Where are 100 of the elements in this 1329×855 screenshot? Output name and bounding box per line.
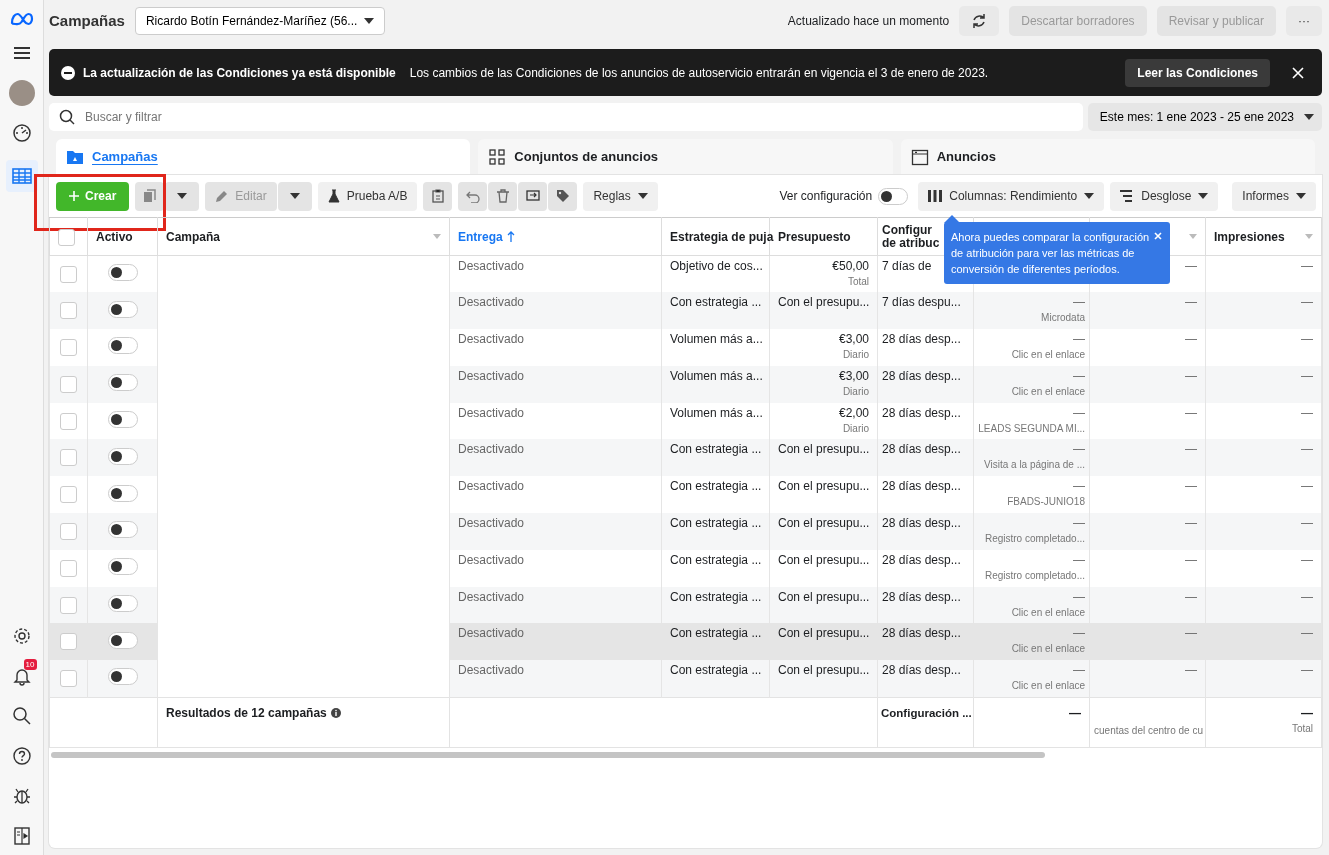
search-icon[interactable] <box>10 705 33 727</box>
active-toggle[interactable] <box>107 264 138 282</box>
columns-dropdown[interactable]: Columnas: Rendimiento <box>918 181 1105 211</box>
table-cell: — <box>1185 368 1197 383</box>
search-icon <box>59 109 75 125</box>
table-cell: Volumen más a... <box>670 405 763 420</box>
reports-dropdown[interactable]: Informes <box>1232 181 1316 211</box>
table-cell: Con estrategia ... <box>670 479 762 494</box>
tab[interactable]: Conjuntos de anuncios <box>478 139 893 175</box>
search-field[interactable]: Buscar y filtrar <box>49 103 1083 131</box>
read-terms-button[interactable]: Leer las Condiciones <box>1125 58 1270 87</box>
date-range-dropdown[interactable]: Este mes: 1 ene 2023 - 25 ene 2023 <box>1087 103 1322 131</box>
table-cell: — <box>1073 405 1085 420</box>
table-cell: 28 días desp... <box>882 442 961 457</box>
active-toggle[interactable] <box>107 558 138 576</box>
ab-test-button[interactable]: Prueba A/B <box>317 181 418 211</box>
active-toggle[interactable] <box>107 374 138 392</box>
row-checkbox[interactable] <box>60 559 77 577</box>
table-cell: — <box>1073 589 1085 604</box>
table-cell: — <box>1301 479 1313 494</box>
duplicate-button[interactable] <box>135 181 165 211</box>
banner-title: La actualización de las Condiciones ya está disponible <box>83 64 396 82</box>
row-checkbox[interactable] <box>60 339 77 356</box>
grid-icon <box>488 148 507 166</box>
delivery-status: Desactivado <box>458 589 525 604</box>
table-cell: Total <box>1291 722 1313 735</box>
more-button[interactable]: ··· <box>1286 6 1322 36</box>
refresh-icon <box>971 13 988 29</box>
table-cell: Con estrategia ... <box>670 552 762 567</box>
table-cell: — <box>1069 705 1081 720</box>
undo-icon <box>465 189 480 203</box>
active-toggle[interactable] <box>107 411 138 429</box>
table-cell: — <box>1185 442 1197 457</box>
table-cell: — <box>1185 332 1197 347</box>
column-header[interactable]: Campaña <box>166 227 221 246</box>
row-checkbox[interactable] <box>60 265 77 283</box>
tag-button[interactable] <box>548 181 578 211</box>
view-settings-toggle[interactable] <box>878 187 909 205</box>
table-cell: — <box>1301 705 1313 720</box>
column-header[interactable]: Estrategia de puja <box>670 227 774 246</box>
dropdown-button[interactable] <box>277 181 312 211</box>
table-cell: Clic en el enlace <box>1011 680 1085 693</box>
active-toggle[interactable] <box>107 484 138 502</box>
table-cell: Clic en el enlace <box>1011 349 1085 362</box>
rules-dropdown[interactable]: Reglas <box>583 181 658 211</box>
tab[interactable]: Campañas <box>56 139 471 175</box>
active-toggle[interactable] <box>107 300 138 318</box>
close-icon <box>1292 66 1304 79</box>
gauge-icon[interactable] <box>10 122 33 144</box>
row-checkbox[interactable] <box>60 486 77 504</box>
row-checkbox[interactable] <box>60 669 77 687</box>
column-header[interactable]: Entrega <box>458 227 503 246</box>
account-dropdown[interactable]: Ricardo Botín Fernández-Maríñez (56... <box>134 7 385 35</box>
table-cell: — <box>1073 516 1085 531</box>
table-cell: — <box>1185 663 1197 678</box>
meta-logo[interactable] <box>9 12 34 26</box>
delivery-status: Desactivado <box>458 259 525 273</box>
row-checkbox[interactable] <box>60 449 77 467</box>
row-checkbox[interactable] <box>60 596 77 614</box>
table-cell: Configuración ... <box>881 705 972 720</box>
table-cell: Registro completado... <box>984 569 1085 582</box>
table-cell: — <box>1073 295 1085 310</box>
sort-arrow-icon[interactable] <box>506 231 515 242</box>
delete-button[interactable] <box>488 181 518 211</box>
row-checkbox[interactable] <box>60 375 77 393</box>
help-icon[interactable] <box>10 745 33 767</box>
row-checkbox[interactable] <box>60 412 77 430</box>
swap-button[interactable] <box>518 181 548 211</box>
row-checkbox[interactable] <box>60 522 77 540</box>
tab[interactable]: Anuncios <box>900 139 1315 175</box>
breakdown-dropdown[interactable]: Desglose <box>1110 181 1219 211</box>
active-toggle[interactable] <box>107 337 138 355</box>
table-cell: €2,00 <box>838 405 869 420</box>
active-toggle[interactable] <box>107 595 138 613</box>
row-checkbox[interactable] <box>60 633 77 651</box>
table-cell: 28 días desp... <box>882 663 961 678</box>
info-icon[interactable] <box>330 707 341 718</box>
undo-button[interactable] <box>458 181 488 211</box>
refresh-button[interactable] <box>959 6 1000 36</box>
avatar[interactable] <box>8 80 35 106</box>
active-toggle[interactable] <box>107 631 138 649</box>
table-cell: Clic en el enlace <box>1011 606 1085 619</box>
table-cell: Con el presupu... <box>778 516 870 531</box>
folder-icon <box>66 148 84 166</box>
table-cell: Visita a la página de ... <box>984 459 1085 472</box>
table-cell: 28 días desp... <box>882 626 961 641</box>
dropdown-button[interactable] <box>165 181 200 211</box>
scrollbar[interactable] <box>51 751 1045 758</box>
active-toggle[interactable] <box>107 521 138 539</box>
table-icon[interactable] <box>10 165 33 187</box>
notification-count: 10 <box>23 659 37 670</box>
clipboard-button[interactable] <box>423 181 453 211</box>
row-checkbox[interactable] <box>60 302 77 320</box>
table-cell: Con estrategia ... <box>670 626 762 641</box>
active-toggle[interactable] <box>107 447 138 465</box>
table-cell: Diario <box>842 422 869 435</box>
close-icon <box>1154 231 1162 240</box>
table-cell: — <box>1301 626 1313 641</box>
caret-icon <box>177 193 188 199</box>
active-toggle[interactable] <box>107 668 138 686</box>
